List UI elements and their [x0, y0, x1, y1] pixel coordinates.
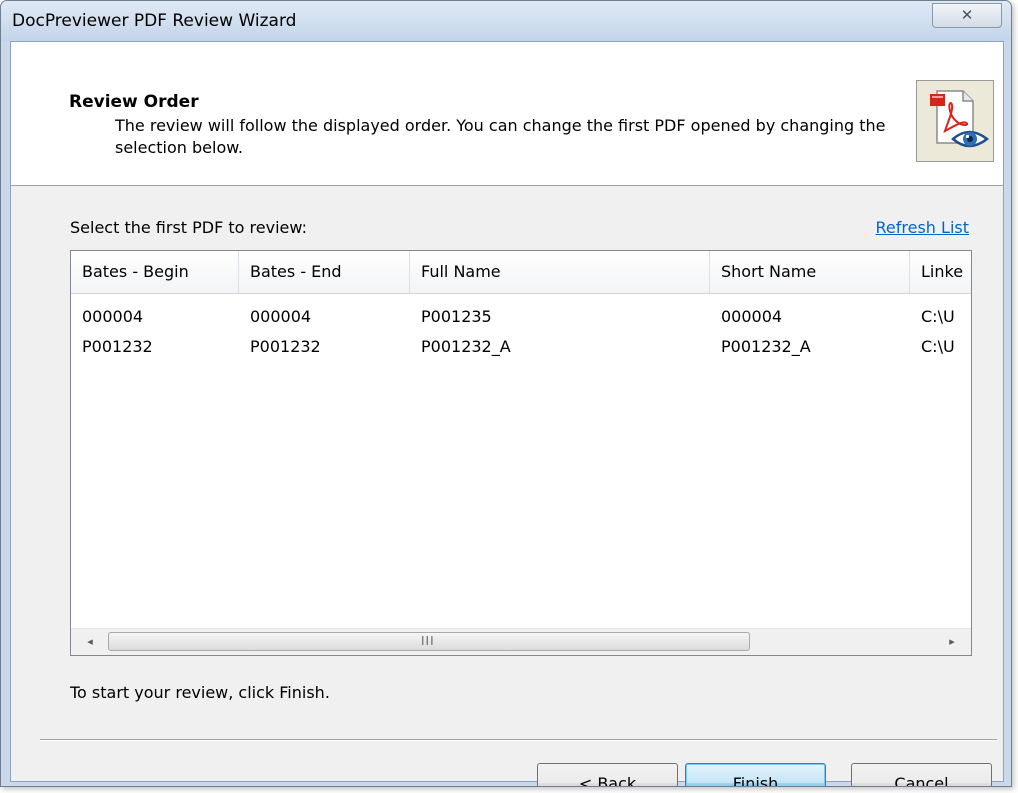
- wizard-window: DocPreviewer PDF Review Wizard ✕ Review …: [0, 0, 1012, 787]
- column-header-short-name[interactable]: Short Name: [710, 251, 910, 293]
- finish-hint-text: To start your review, click Finish.: [70, 683, 330, 702]
- cell-bates-end: P001232: [250, 337, 321, 356]
- cell-full-name: P001232_A: [421, 337, 511, 356]
- scroll-left-icon[interactable]: ◂: [71, 629, 109, 655]
- column-header-bates-begin[interactable]: Bates - Begin: [71, 251, 239, 293]
- scrollbar-grip-icon: III: [421, 634, 435, 648]
- column-header-bates-end[interactable]: Bates - End: [239, 251, 410, 293]
- first-pdf-label: Select the first PDF to review:: [70, 218, 307, 237]
- cell-bates-begin: 000004: [82, 307, 144, 326]
- close-icon: ✕: [960, 6, 974, 24]
- refresh-list-link[interactable]: Refresh List: [876, 218, 969, 237]
- cell-linked: C:\U: [921, 307, 955, 326]
- window-title: DocPreviewer PDF Review Wizard: [12, 11, 297, 31]
- wizard-client-area: Review Order The review will follow the …: [10, 41, 1004, 786]
- cell-short-name: 000004: [721, 307, 783, 326]
- table-row[interactable]: P001232 P001232 P001232_A P001232_A C:\U: [71, 332, 971, 362]
- scroll-right-icon[interactable]: ▸: [933, 629, 971, 655]
- horizontal-scrollbar[interactable]: ◂ III ▸: [71, 628, 971, 655]
- title-bar: DocPreviewer PDF Review Wizard ✕: [1, 1, 1011, 41]
- cell-bates-begin: P001232: [82, 337, 153, 356]
- column-header-linked[interactable]: Linke: [910, 251, 971, 293]
- wizard-header: Review Order The review will follow the …: [11, 42, 1003, 186]
- finish-button[interactable]: Finish: [685, 763, 826, 786]
- scrollbar-thumb[interactable]: III: [108, 632, 750, 651]
- cell-short-name: P001232_A: [721, 337, 811, 356]
- page-description: The review will follow the displayed ord…: [115, 116, 886, 157]
- close-button[interactable]: ✕: [932, 3, 1002, 28]
- page-title: Review Order: [69, 92, 199, 112]
- footer-divider: [40, 739, 997, 741]
- pdf-review-eye-icon: [916, 80, 994, 162]
- back-button[interactable]: < Back: [537, 763, 678, 786]
- cell-bates-end: 000004: [250, 307, 312, 326]
- cell-linked: C:\U: [921, 337, 955, 356]
- column-header-full-name[interactable]: Full Name: [410, 251, 710, 293]
- cancel-button[interactable]: Cancel: [851, 763, 992, 786]
- pdf-list[interactable]: Bates - Begin Bates - End Full Name Shor…: [70, 250, 972, 656]
- list-header: Bates - Begin Bates - End Full Name Shor…: [71, 251, 971, 294]
- table-row[interactable]: 000004 000004 P001235 000004 C:\U: [71, 302, 971, 332]
- cell-full-name: P001235: [421, 307, 492, 326]
